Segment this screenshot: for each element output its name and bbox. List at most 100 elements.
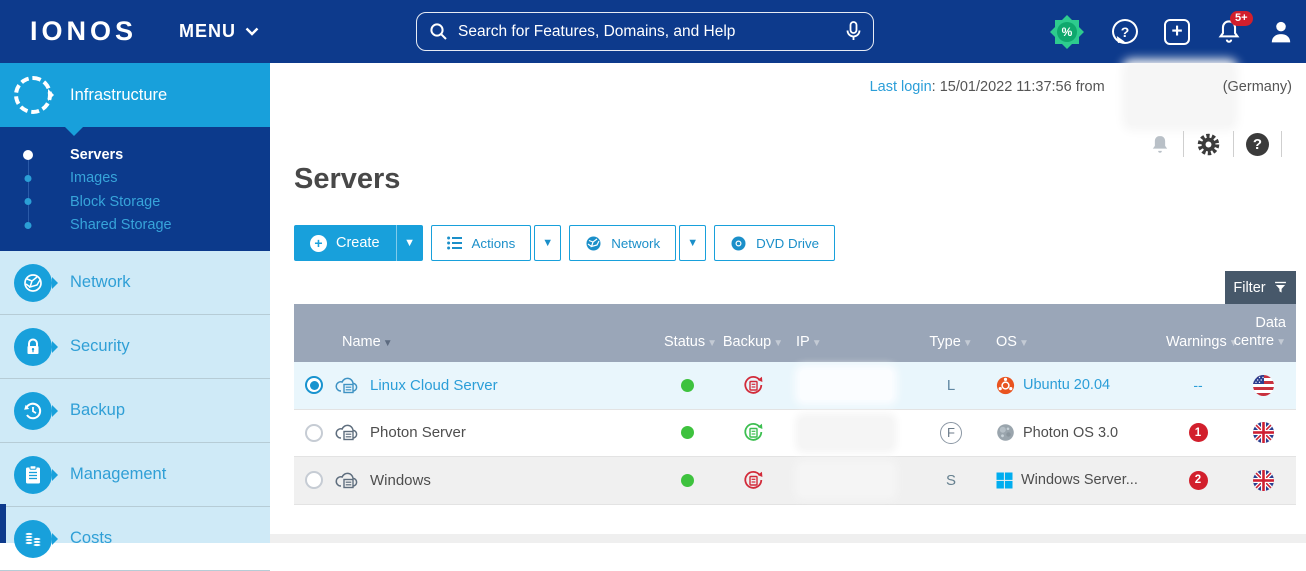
divider [1281, 131, 1282, 157]
warnings-value: -- [1193, 377, 1202, 393]
divider [1233, 131, 1234, 157]
global-search[interactable] [416, 12, 874, 51]
os-label[interactable]: Photon OS 3.0 [1023, 425, 1118, 441]
sidebar-scrollbar-thumb[interactable] [0, 504, 6, 543]
navbar-icon-group: % ? + 5+ [1048, 0, 1294, 63]
sidebar-item-shared-storage[interactable]: Shared Storage [0, 214, 270, 238]
warning-badge[interactable]: 2 [1189, 471, 1208, 490]
percent-symbol: % [1057, 22, 1077, 42]
create-dropdown-arrow[interactable]: ▼ [396, 225, 423, 261]
last-login-link[interactable]: Last login [870, 79, 932, 95]
col-label: Backup [723, 334, 771, 350]
table-row[interactable]: Photon Server F Photon OS 3.0 1 [294, 410, 1296, 458]
dvd-drive-button[interactable]: DVD Drive [714, 225, 835, 261]
notifications-bell-icon[interactable]: 5+ [1216, 18, 1242, 45]
sidebar-item-management[interactable]: Management [0, 443, 270, 507]
column-header-name[interactable]: Name▼ [334, 334, 664, 362]
create-button[interactable]: + Create [294, 225, 396, 261]
type-badge: F [940, 422, 962, 444]
page-title: Servers [294, 163, 400, 196]
server-name-link[interactable]: Photon Server [370, 424, 466, 441]
page-bell-icon[interactable] [1149, 133, 1171, 156]
redacted-ip [800, 465, 892, 495]
menu-button[interactable]: MENU [179, 21, 259, 42]
clipboard-icon [14, 456, 52, 494]
warning-badge[interactable]: 1 [1189, 423, 1208, 442]
search-input[interactable] [458, 23, 846, 41]
status-running-icon [681, 379, 694, 392]
sort-arrow-icon: ▼ [963, 338, 973, 349]
sidebar-item-label: Costs [70, 529, 112, 548]
sidebar-item-label: Security [70, 337, 130, 356]
network-dropdown-arrow[interactable]: ▼ [679, 225, 706, 261]
microphone-icon[interactable] [846, 21, 861, 42]
sidebar-item-block-storage[interactable]: Block Storage [0, 190, 270, 214]
sidebar-item-network[interactable]: Network [0, 251, 270, 315]
sidebar-item-images[interactable]: Images [0, 167, 270, 191]
row-radio[interactable] [305, 471, 323, 489]
notification-badge: 5+ [1230, 11, 1253, 26]
menu-label: MENU [179, 21, 236, 42]
bullet-icon [25, 198, 32, 205]
backup-error-icon[interactable] [743, 375, 764, 396]
list-icon [447, 236, 463, 250]
backup-ok-icon[interactable] [743, 422, 764, 443]
sidebar-item-security[interactable]: Security [0, 315, 270, 379]
server-name-link[interactable]: Windows [370, 472, 431, 489]
add-product-icon[interactable]: + [1164, 19, 1190, 45]
column-header-ip[interactable]: IP▼ [796, 334, 906, 362]
page-background-strip [270, 534, 1306, 543]
table-header: Name▼ Status▼ Backup▼ IP▼ Type▼ OS▼ Warn… [294, 304, 1296, 362]
dvd-button-group: DVD Drive [714, 225, 835, 261]
ionos-logo[interactable]: IONOS [30, 16, 137, 47]
main-content: Last login: 15/01/2022 11:37:56 from(Ger… [270, 63, 1306, 543]
row-radio-selected[interactable] [305, 376, 323, 394]
sidebar-item-servers[interactable]: Servers [0, 143, 270, 167]
help-chat-icon[interactable]: ? [1112, 19, 1138, 44]
column-header-warnings[interactable]: Warnings▼ [1166, 334, 1230, 362]
status-running-icon [681, 426, 694, 439]
promotions-icon[interactable]: % [1048, 13, 1086, 51]
sidebar-item-label: Network [70, 273, 131, 292]
row-radio[interactable] [305, 424, 323, 442]
filter-button[interactable]: Filter [1225, 271, 1296, 304]
column-header-os[interactable]: OS▼ [996, 334, 1166, 362]
sidebar-item-label: Management [70, 465, 166, 484]
chevron-down-icon [245, 27, 259, 36]
column-header-status[interactable]: Status▼ [664, 334, 710, 362]
type-badge: S [946, 472, 956, 489]
servers-table: Name▼ Status▼ Backup▼ IP▼ Type▼ OS▼ Warn… [294, 304, 1296, 505]
infrastructure-icon [14, 76, 52, 114]
gear-icon[interactable] [1196, 132, 1221, 157]
filter-label: Filter [1233, 280, 1265, 296]
type-badge: L [947, 377, 955, 394]
sidebar-item-costs[interactable]: Costs [0, 507, 270, 571]
backup-error-icon[interactable] [743, 470, 764, 491]
sidebar-item-infrastructure[interactable]: Infrastructure [0, 63, 270, 127]
network-label: Network [611, 236, 660, 251]
page-utility-icons: ? [1149, 131, 1294, 157]
sidebar-item-backup[interactable]: Backup [0, 379, 270, 443]
table-row[interactable]: Windows S Windows Server... 2 [294, 457, 1296, 505]
server-name-link[interactable]: Linux Cloud Server [370, 377, 498, 394]
sidebar-item-label: Infrastructure [70, 86, 167, 105]
table-row[interactable]: Linux Cloud Server L Ubuntu 20.04 -- [294, 362, 1296, 410]
network-button[interactable]: Network [569, 225, 676, 261]
photon-icon [996, 423, 1015, 442]
column-header-datacentre[interactable]: Data centre▼ [1230, 314, 1296, 362]
column-header-type[interactable]: Type▼ [906, 334, 996, 362]
account-icon[interactable] [1268, 18, 1294, 45]
sidebar: Infrastructure Servers Images Block Stor… [0, 63, 270, 543]
dvd-drive-label: DVD Drive [756, 236, 819, 251]
column-header-backup[interactable]: Backup▼ [710, 334, 796, 362]
plus-symbol: + [1171, 22, 1182, 41]
globe-icon [585, 235, 602, 252]
search-icon [429, 22, 448, 41]
os-label[interactable]: Windows Server... [1021, 472, 1138, 488]
uk-flag-icon [1253, 470, 1274, 491]
actions-dropdown-arrow[interactable]: ▼ [534, 225, 561, 261]
actions-button[interactable]: Actions [431, 225, 532, 261]
os-label[interactable]: Ubuntu 20.04 [1023, 377, 1110, 393]
help-icon[interactable]: ? [1246, 133, 1269, 156]
infrastructure-submenu: Servers Images Block Storage Shared Stor… [0, 127, 270, 251]
